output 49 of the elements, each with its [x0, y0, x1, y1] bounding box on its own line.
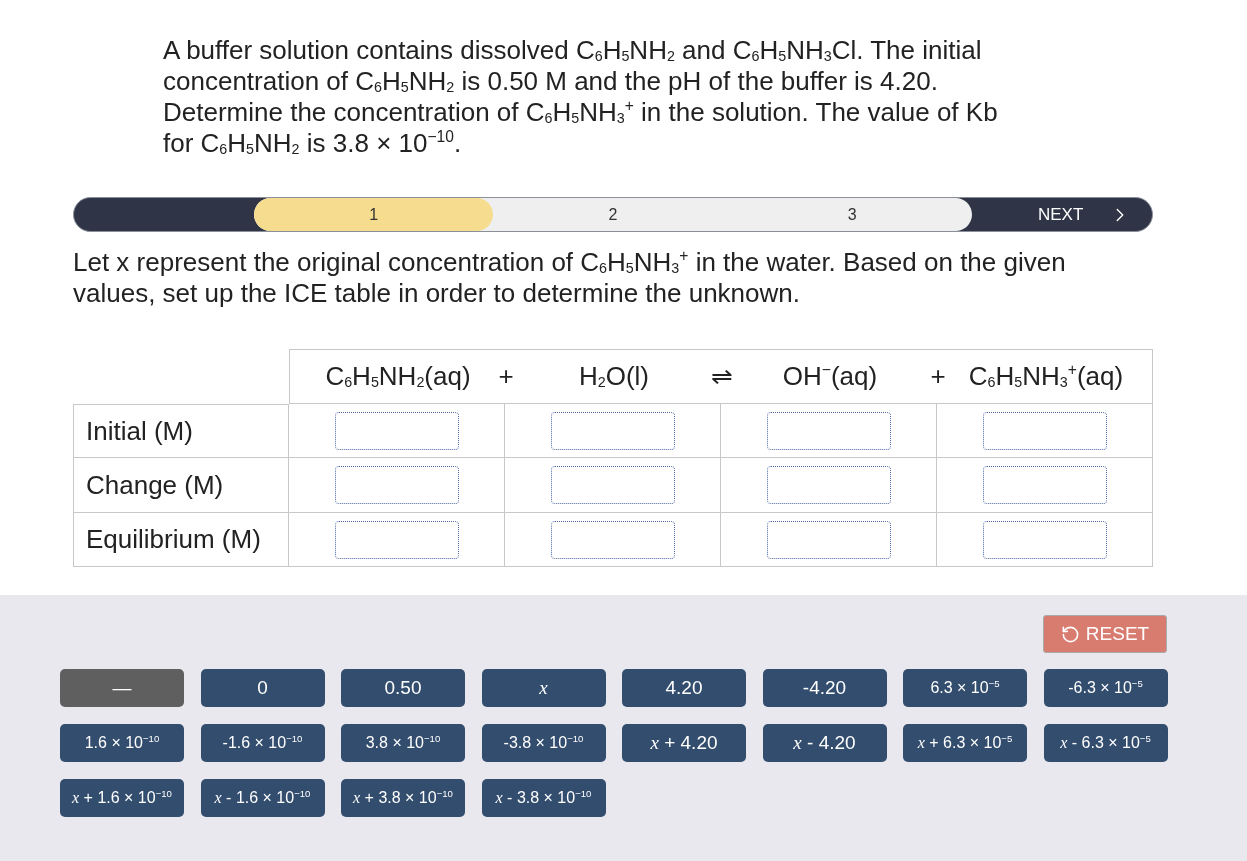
answer-tile[interactable]: x - 1.6 × 10$^{−10}$ [200, 779, 325, 817]
step-tab[interactable]: 2 [493, 198, 733, 231]
answer-tile[interactable]: x - 3.8 × 10$^{−10}$ [481, 779, 606, 817]
input-field[interactable] [982, 520, 1107, 559]
answer-tile[interactable]: 0 [200, 669, 325, 707]
answer-tile[interactable]: 4.20 [622, 669, 746, 707]
answer-tile[interactable]: x + 1.6 × 10$^{−10}$ [60, 779, 184, 817]
question-text: A buffer solution contains dissolved C$_{6}$H$_{5}$NH$_{2}$ and C$_{6}$H$_{5}$NH$_{3}$Cl. The initial concentration of C$_{6}$H$_{5}$NH$_{2}$ is 0.50 M and the pH of the buffer is 4.20. Determine the concentration of C$_{6}$H$_{5}$NH$_{3}$$^{+}$ in the solution. The value of Kb for C$_{6}$H$_{5}$NH$_{2}$ is 3.8 × 10$^{−10}$. [163, 35, 999, 159]
input-field[interactable] [334, 520, 459, 559]
answer-tile[interactable]: 0.50 [341, 669, 465, 707]
input-field[interactable] [982, 466, 1107, 504]
species-label: H$_{2}$O(l) [577, 361, 651, 392]
answer-tile[interactable]: -6.3 × 10$^{−5}$ [1043, 669, 1168, 707]
input-field[interactable] [550, 411, 675, 450]
row-label: Initial (M) [86, 415, 193, 447]
answer-tile[interactable]: — [60, 669, 184, 707]
answer-tile[interactable]: 6.3 × 10$^{−5}$ [903, 669, 1027, 707]
operator-symbol: + [929, 361, 947, 392]
answer-tile[interactable]: x - 4.20 [762, 724, 887, 762]
reset-icon [1060, 624, 1080, 644]
input-field[interactable] [550, 466, 675, 504]
species-label: C$_{6}$H$_{5}$NH$_{2}$(aq) [324, 361, 472, 392]
answer-tile[interactable]: x + 4.20 [622, 724, 746, 762]
input-field[interactable] [550, 520, 675, 559]
answer-tile[interactable]: x [481, 669, 606, 707]
answer-tile[interactable]: x + 6.3 × 10$^{−5}$ [903, 724, 1027, 762]
answer-tile[interactable]: x + 3.8 × 10$^{−10}$ [341, 779, 465, 817]
species-label: OH$^{−}$(aq) [781, 361, 879, 392]
row-label: Change (M) [86, 469, 224, 501]
input-field[interactable] [766, 466, 891, 504]
step-tab[interactable]: 3 [732, 198, 972, 231]
input-field[interactable] [334, 466, 459, 504]
answer-tile[interactable]: x - 6.3 × 10$^{−5}$ [1043, 724, 1168, 762]
answer-tile[interactable]: 1.6 × 10$^{−10}$ [60, 724, 184, 762]
input-field[interactable] [982, 411, 1107, 450]
answer-tile[interactable]: 3.8 × 10$^{−10}$ [341, 724, 465, 762]
input-field[interactable] [334, 411, 459, 450]
operator-symbol: + [497, 361, 515, 392]
species-label: C$_{6}$H$_{5}$NH$_{3}$$^{+}$(aq) [967, 361, 1125, 392]
answer-tile[interactable]: -3.8 × 10$^{−10}$ [481, 724, 606, 762]
input-field[interactable] [766, 411, 891, 450]
step-tab[interactable]: 1 [254, 198, 494, 231]
instruction-text: Let x represent the original concentration of C$_{6}$H$_{5}$NH$_{3}$$^{+}$ in the water. Based on the given values, set up the ICE table in order to determine the unknown. [73, 247, 1067, 309]
operator-symbol: ⇌ [710, 361, 734, 392]
row-label: Equilibrium (M) [86, 524, 261, 555]
next-button[interactable]: NEXT [972, 198, 1154, 231]
answer-tile[interactable]: -4.20 [762, 669, 887, 707]
answer-tile[interactable]: -1.6 × 10$^{−10}$ [200, 724, 325, 762]
input-field[interactable] [766, 520, 891, 559]
